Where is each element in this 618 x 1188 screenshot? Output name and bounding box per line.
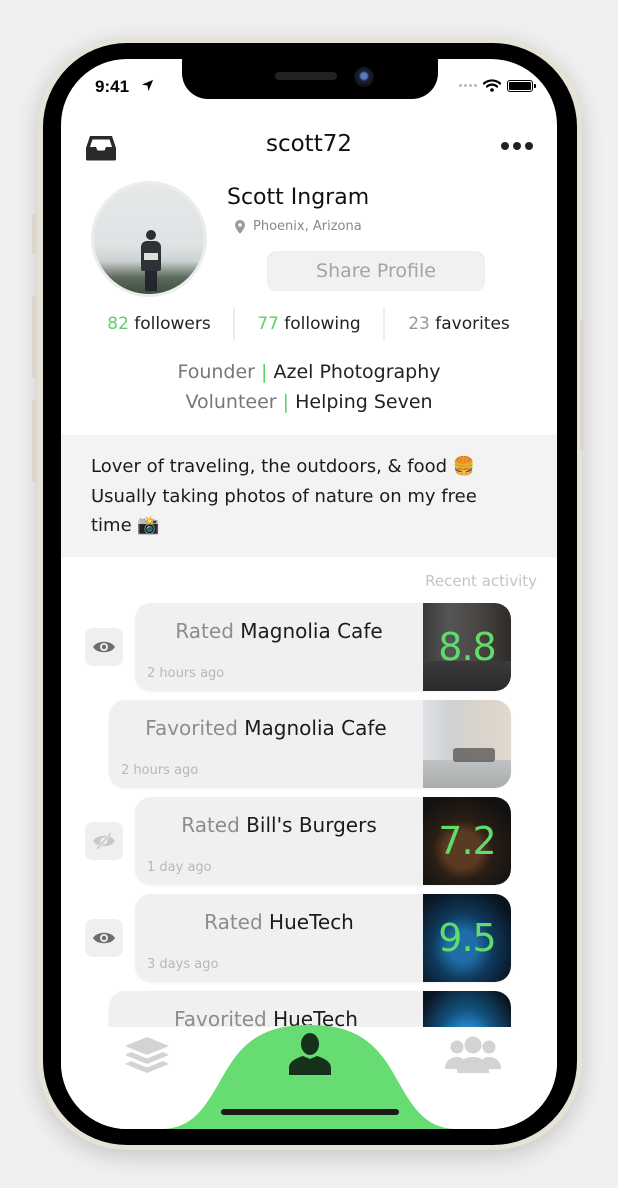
- role-org: Azel Photography: [273, 361, 441, 383]
- page-title: scott72: [265, 131, 352, 157]
- activity-item: Rated HueTech 3 days ago 9.5: [61, 894, 557, 982]
- favorites-count: 23: [408, 314, 430, 334]
- notch: [182, 59, 438, 99]
- bio-line: Usually taking photos of nature on my fr…: [91, 485, 477, 507]
- status-icons: [459, 79, 536, 92]
- activity-verb: Favorited: [145, 716, 238, 740]
- activity-time: 1 day ago: [147, 860, 212, 875]
- activity-thumbnail: [423, 700, 511, 788]
- side-button-volume-down: [32, 400, 36, 482]
- battery-icon: [507, 79, 536, 92]
- role-line: Volunteer | Helping Seven: [61, 387, 557, 417]
- visibility-toggle[interactable]: [85, 628, 123, 666]
- activity-card[interactable]: Favorited Magnolia Cafe 2 hours ago: [109, 700, 511, 788]
- role-separator: |: [261, 361, 268, 383]
- speaker-grille: [275, 72, 337, 80]
- rating-score: 7.2: [438, 819, 496, 863]
- eye-icon: [93, 641, 115, 653]
- share-profile-button[interactable]: Share Profile: [267, 251, 485, 291]
- activity-time: 2 hours ago: [121, 763, 199, 778]
- stat-followers[interactable]: 82 followers: [85, 314, 233, 334]
- activity-thumbnail: 8.8: [423, 603, 511, 691]
- stat-following[interactable]: 77 following: [235, 314, 383, 334]
- front-camera: [354, 67, 374, 87]
- side-button-power: [580, 320, 584, 450]
- layers-icon[interactable]: [123, 1035, 171, 1075]
- side-button-mute: [32, 214, 36, 254]
- activity-thumbnail: 7.2: [423, 797, 511, 885]
- more-dots-icon[interactable]: [501, 142, 533, 150]
- activity-card[interactable]: Rated Magnolia Cafe 2 hours ago 8.8: [135, 603, 511, 691]
- avatar[interactable]: [91, 181, 207, 297]
- screen: 9:41 scott72 Scott Ingram Phoenix, Arizo…: [61, 59, 557, 1129]
- activity-place: Bill's Burgers: [246, 813, 377, 837]
- activity-place: Magnolia Cafe: [244, 716, 387, 740]
- activity-place: Magnolia Cafe: [240, 619, 383, 643]
- stats-row: 82 followers 77 following 23 favorites: [85, 307, 533, 341]
- visibility-toggle[interactable]: [85, 919, 123, 957]
- group-icon[interactable]: [443, 1035, 503, 1075]
- activity-verb: Rated: [175, 619, 234, 643]
- status-time: 9:41: [95, 77, 130, 96]
- following-label: following: [284, 314, 361, 334]
- activity-verb: Rated: [204, 910, 263, 934]
- role-title: Volunteer: [185, 391, 277, 413]
- followers-label: followers: [134, 314, 211, 334]
- roles: Founder | Azel Photography Volunteer | H…: [61, 357, 557, 417]
- activity-item: Rated Bill's Burgers 1 day ago 7.2: [61, 797, 557, 885]
- bio-line: time 📸: [91, 515, 160, 536]
- role-org: Helping Seven: [295, 391, 433, 413]
- activity-time: 3 days ago: [147, 957, 219, 972]
- wifi-icon: [483, 79, 501, 92]
- tab-bar: [61, 1023, 557, 1129]
- location-text: Phoenix, Arizona: [253, 219, 362, 234]
- eye-icon: [93, 932, 115, 944]
- home-indicator[interactable]: [221, 1109, 399, 1115]
- map-pin-icon: [235, 219, 245, 234]
- followers-count: 82: [107, 314, 129, 334]
- cellular-signal-icon: [459, 84, 477, 87]
- activity-item: Rated Magnolia Cafe 2 hours ago 8.8: [61, 603, 557, 691]
- rating-score: 8.8: [438, 625, 496, 669]
- profile-location: Phoenix, Arizona: [235, 219, 362, 234]
- following-count: 77: [257, 314, 279, 334]
- activity-time: 2 hours ago: [147, 666, 225, 681]
- role-title: Founder: [177, 361, 255, 383]
- location-arrow-icon: [141, 79, 154, 92]
- role-line: Founder | Azel Photography: [61, 357, 557, 387]
- activity-item: Favorited Magnolia Cafe 2 hours ago: [61, 700, 557, 788]
- activity-card[interactable]: Rated Bill's Burgers 1 day ago 7.2: [135, 797, 511, 885]
- activity-thumbnail: 9.5: [423, 894, 511, 982]
- person-icon[interactable]: [287, 1031, 333, 1077]
- profile-name: Scott Ingram: [227, 185, 370, 210]
- role-separator: |: [282, 391, 290, 413]
- stat-favorites[interactable]: 23 favorites: [385, 314, 533, 334]
- recent-activity-label: Recent activity: [425, 572, 537, 590]
- activity-place: HueTech: [269, 910, 354, 934]
- bio-line: Lover of traveling, the outdoors, & food…: [91, 456, 476, 477]
- activity-verb: Rated: [181, 813, 240, 837]
- avatar-photo: [141, 230, 161, 292]
- rating-score: 9.5: [438, 916, 496, 960]
- favorites-label: favorites: [435, 314, 510, 334]
- eye-slash-icon: [93, 832, 115, 850]
- side-button-volume-up: [32, 296, 36, 378]
- bio: Lover of traveling, the outdoors, & food…: [61, 435, 557, 557]
- visibility-toggle[interactable]: [85, 822, 123, 860]
- activity-card[interactable]: Rated HueTech 3 days ago 9.5: [135, 894, 511, 982]
